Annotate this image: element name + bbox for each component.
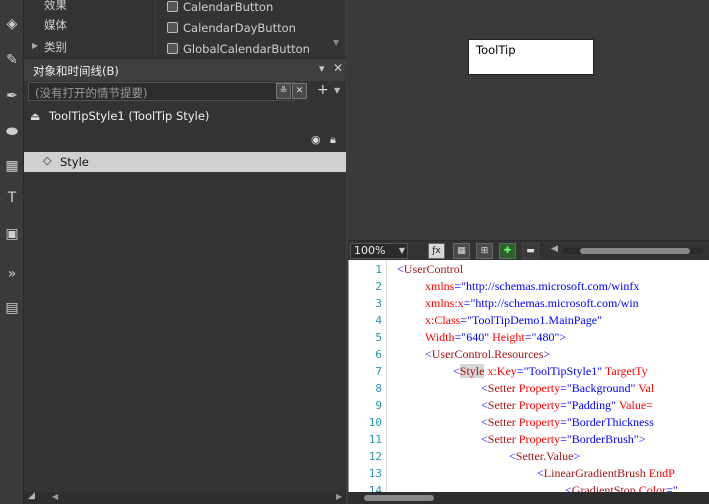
control-icon <box>167 22 178 33</box>
annotations-icon[interactable]: ▬ <box>522 243 539 259</box>
scroll-thumb[interactable] <box>580 248 690 254</box>
scroll-thumb[interactable] <box>364 495 434 501</box>
snap-lines-icon[interactable]: ✚ <box>499 243 516 259</box>
code-area[interactable]: <UserControl xmlns="http://schemas.micro… <box>397 260 709 492</box>
scroll-left-icon[interactable]: ◀ <box>551 244 558 254</box>
asset-list: CalendarButton CalendarDayButton GlobalC… <box>155 0 345 58</box>
line-number-gutter: 1 2 3 4 5 6 7 8 9 10 11 12 13 14 <box>349 260 387 497</box>
code-line: x:Class="ToolTipDemo1.MainPage" <box>425 313 602 327</box>
line-number: 9 <box>375 399 382 412</box>
objects-timeline-panel: 对象和时间线(B) ▾ ✕ (没有打开的情节提要) ≚ ✕ + ▼ ⏏ Tool… <box>24 58 346 492</box>
code-line: <Setter.Value> <box>509 449 581 463</box>
asset-item[interactable]: CalendarDayButton <box>167 21 296 35</box>
control-icon <box>167 1 178 12</box>
artboard-toolbar: 100% ▼ ƒx ▦ ⊞ ✚ ▬ ◀ <box>348 240 709 260</box>
code-line: xmlns:x="http://schemas.microsoft.com/wi… <box>425 296 639 310</box>
expand-tools-icon[interactable]: » <box>2 264 22 284</box>
paint-bucket-icon[interactable]: ◈ <box>2 14 22 34</box>
code-line: <LinearGradientBrush EndP <box>537 466 675 480</box>
pencil-icon[interactable]: ✎ <box>2 50 22 70</box>
code-line: <Setter Property="Padding" Value= <box>481 398 653 412</box>
tools-strip: ◈ ✎ ✒ ⬬ ▦ T ▣ » ▤ <box>0 0 24 504</box>
storyboard-dropdown-icon[interactable]: ≚ <box>276 83 291 99</box>
pen-icon[interactable]: ✒ <box>2 86 22 106</box>
zoom-select[interactable]: 100% ▼ <box>350 243 408 259</box>
code-line: <Setter Property="BorderThickness <box>481 415 654 429</box>
storyboard-row: (没有打开的情节提要) ≚ ✕ + ▼ <box>24 81 346 103</box>
control-tool-icon[interactable]: ▣ <box>2 224 22 244</box>
effects-icon[interactable]: ƒx <box>428 243 445 259</box>
line-number: 12 <box>368 450 382 463</box>
line-number: 11 <box>368 433 382 446</box>
artboard-hscroll[interactable] <box>563 248 703 254</box>
storyboard-picker[interactable]: (没有打开的情节提要) <box>28 82 295 101</box>
panel-header: 对象和时间线(B) ▾ ✕ <box>24 59 346 81</box>
category-item[interactable]: ▶ 类别 <box>32 39 67 55</box>
code-line: <GradientStop Color=" <box>565 483 678 492</box>
scope-label: ToolTipStyle1 (ToolTip Style) <box>49 109 210 123</box>
ellipse-icon[interactable]: ⬬ <box>2 122 22 142</box>
chevron-down-icon[interactable]: ▼ <box>399 244 405 258</box>
asset-item[interactable]: CalendarButton <box>167 0 273 14</box>
expand-arrow-icon[interactable]: ▶ <box>32 41 38 50</box>
line-number: 5 <box>375 331 382 344</box>
add-storyboard-icon[interactable]: + <box>317 82 329 98</box>
code-line: <UserControl <box>397 262 464 276</box>
close-storyboard-icon[interactable]: ✕ <box>292 83 307 99</box>
control-icon <box>167 43 178 54</box>
code-line: <Setter Property="Background" Val <box>481 381 655 395</box>
asset-item[interactable]: GlobalCalendarButton <box>167 42 310 56</box>
line-number: 13 <box>368 467 382 480</box>
category-item[interactable]: 媒体 <box>44 17 67 33</box>
scope-up-icon[interactable]: ⏏ <box>30 110 40 123</box>
scroll-down-icon[interactable]: ▼ <box>333 38 339 47</box>
line-number: 7 <box>375 365 382 378</box>
asset-tool-icon[interactable]: ▤ <box>2 298 22 318</box>
tree-item-style[interactable]: ◇ Style <box>24 152 346 172</box>
scope-row[interactable]: ⏏ ToolTipStyle1 (ToolTip Style) <box>24 107 346 129</box>
line-number: 4 <box>375 314 382 327</box>
scroll-left-icon[interactable]: ◀ <box>52 492 58 501</box>
code-line: xmlns="http://schemas.microsoft.com/winf… <box>425 279 640 293</box>
style-node-icon: ◇ <box>43 154 52 167</box>
code-line: Width="640" Height="480"> <box>425 330 567 344</box>
line-number: 2 <box>375 280 382 293</box>
lock-icon[interactable]: 🔒︎ <box>330 133 336 147</box>
timeline-icon[interactable]: ◢ <box>28 491 35 501</box>
line-number: 8 <box>375 382 382 395</box>
code-line: <Setter Property="BorderBrush"> <box>481 432 646 446</box>
category-item[interactable]: 效果 <box>44 0 67 13</box>
pin-icon[interactable]: ▾ <box>319 62 325 75</box>
artboard[interactable]: ToolTip <box>348 0 709 240</box>
snap-grid-icon[interactable]: ⊞ <box>476 243 493 259</box>
line-number: 10 <box>368 416 382 429</box>
scroll-right-icon[interactable]: ▶ <box>336 492 342 501</box>
code-line: <UserControl.Resources> <box>425 347 551 361</box>
grid-icon[interactable]: ▦ <box>453 243 470 259</box>
text-tool-icon[interactable]: T <box>2 188 22 208</box>
line-number: 6 <box>375 348 382 361</box>
code-line: <Style x:Key="ToolTipStyle1" TargetTy <box>453 364 648 378</box>
xaml-editor[interactable]: 1 2 3 4 5 6 7 8 9 10 11 12 13 14 <UserCo… <box>348 260 709 497</box>
tree-item-label: Style <box>60 155 89 169</box>
line-number: 3 <box>375 297 382 310</box>
editor-hscroll[interactable] <box>348 492 709 504</box>
panel-title: 对象和时间线(B) <box>33 64 119 78</box>
chevron-down-icon[interactable]: ▼ <box>334 86 340 95</box>
grid-layout-icon[interactable]: ▦ <box>2 156 22 176</box>
close-icon[interactable]: ✕ <box>333 61 343 75</box>
tooltip-preview[interactable]: ToolTip <box>468 39 594 75</box>
asset-categories: 效果 媒体 ▶类别 ▼ <box>24 0 172 58</box>
eye-icon[interactable]: ◉ <box>311 133 321 146</box>
objects-panel-scrollbar[interactable]: ◢ ◀ ▶ <box>24 491 346 504</box>
line-number: 1 <box>375 263 382 276</box>
